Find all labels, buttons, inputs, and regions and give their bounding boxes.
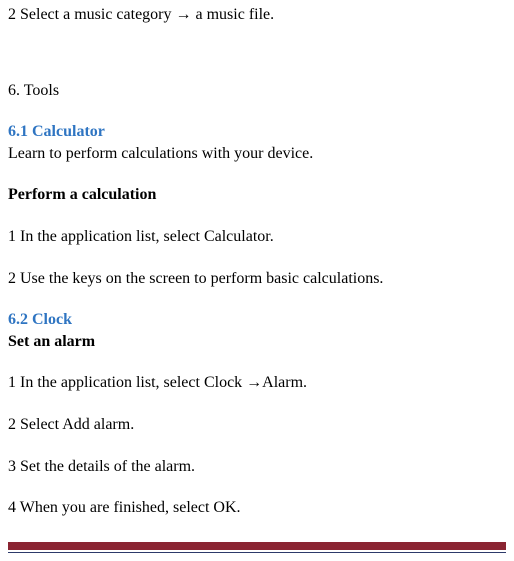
clock-step-3: 3 Set the details of the alarm. — [8, 456, 506, 478]
calc-step-1: 1 In the application list, select Calcul… — [8, 226, 506, 248]
calculator-heading: 6.1 Calculator — [8, 121, 506, 143]
clock-step-2: 2 Select Add alarm. — [8, 414, 506, 436]
clock-subhead: Set an alarm — [8, 331, 506, 353]
clock-step-4: 4 When you are finished, select OK. — [8, 497, 506, 519]
calculator-subhead: Perform a calculation — [8, 184, 506, 206]
footer-bar-blue — [8, 552, 506, 553]
footer-bar-red — [8, 542, 506, 550]
clock-step-1: 1 In the application list, select Clock … — [8, 372, 506, 394]
calculator-intro: Learn to perform calculations with your … — [8, 143, 506, 165]
calc-step-2: 2 Use the keys on the screen to perform … — [8, 268, 506, 290]
music-step-2: 2 Select a music category → a music file… — [8, 4, 506, 26]
clock-heading: 6.2 Clock — [8, 309, 506, 331]
section-6-title: 6. Tools — [8, 80, 506, 102]
footer-divider — [8, 542, 506, 553]
document-page: 2 Select a music category → a music file… — [0, 0, 514, 561]
spacer — [8, 46, 506, 80]
